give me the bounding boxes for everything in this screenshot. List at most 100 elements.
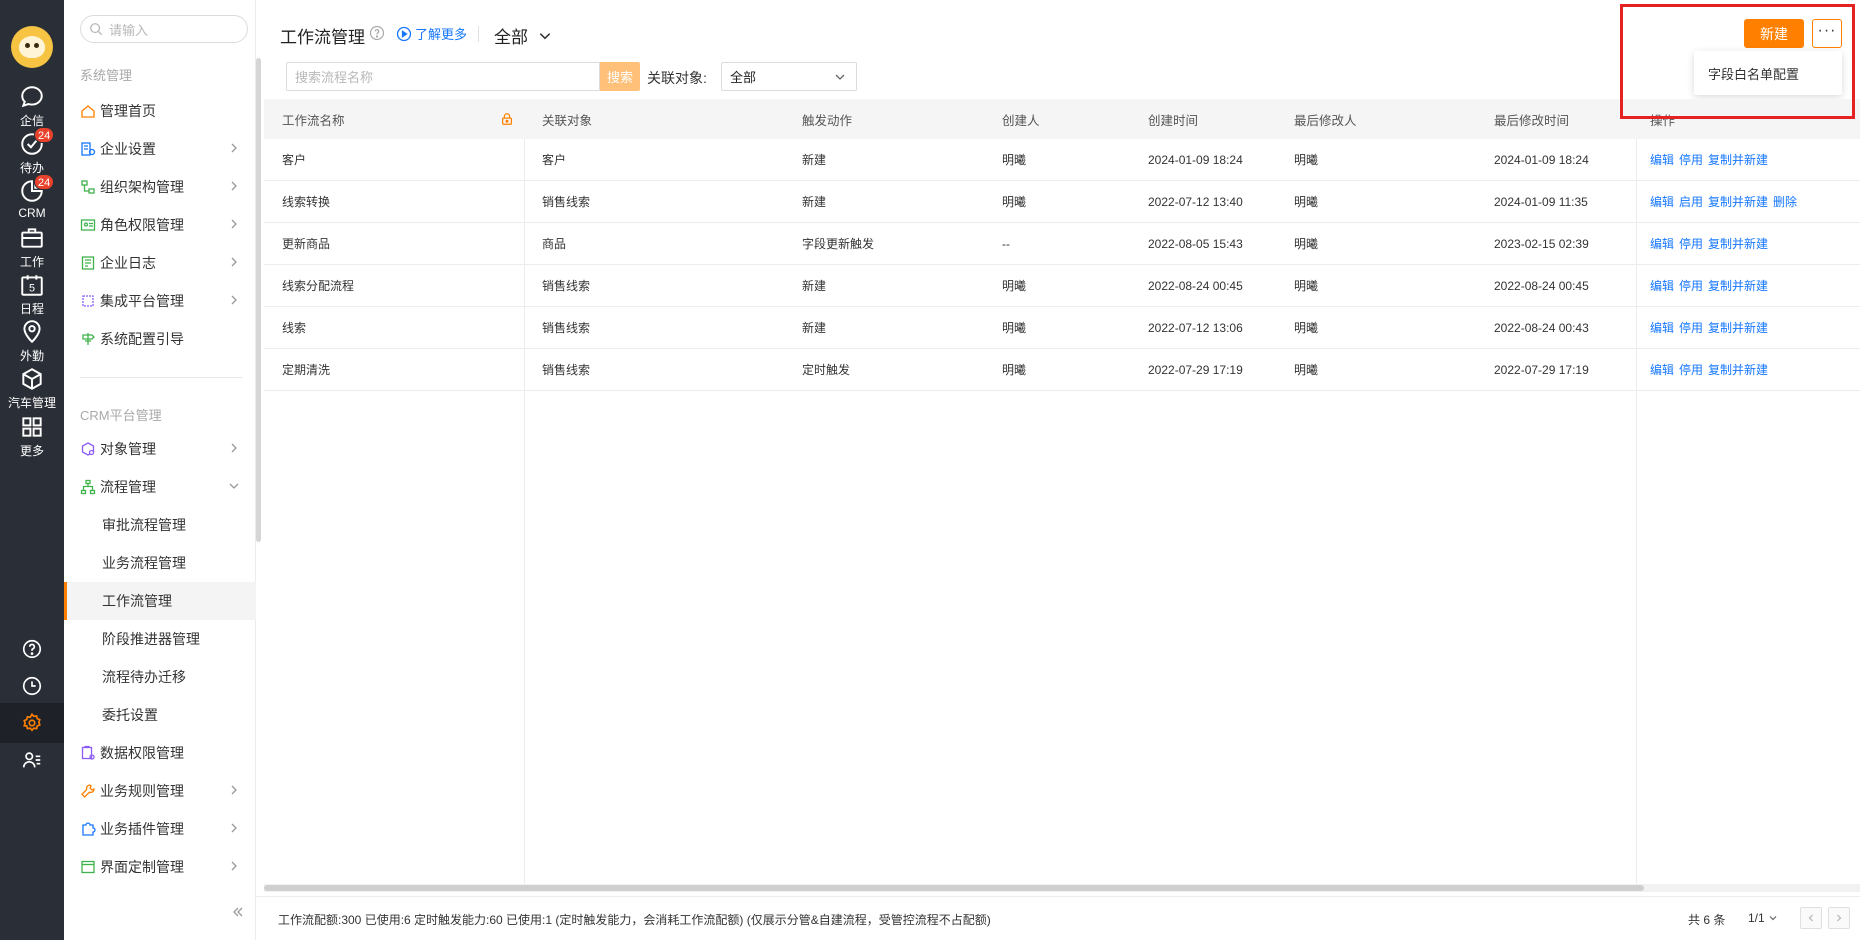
sidebar-item-home[interactable]: 管理首页	[64, 92, 256, 130]
toggle-link[interactable]: 停用	[1679, 277, 1703, 294]
sidebar-item-org[interactable]: 组织架构管理	[64, 168, 256, 206]
toggle-link[interactable]: 停用	[1679, 361, 1703, 378]
rail-label: 工作	[19, 255, 44, 269]
sidebar-item-label: 管理首页	[100, 103, 156, 119]
cell-name[interactable]: 线索	[264, 307, 524, 348]
edit-link[interactable]: 编辑	[1650, 319, 1674, 336]
rail-item-car[interactable]: 汽车管理	[0, 366, 64, 418]
toggle-link[interactable]: 启用	[1679, 193, 1703, 210]
column-header[interactable]: 工作流名称	[264, 99, 524, 139]
sidebar-subitem-business-flow[interactable]: 业务流程管理	[64, 544, 256, 582]
rail-settings-button[interactable]	[0, 703, 64, 743]
rail-history-button[interactable]	[0, 666, 64, 706]
sidebar-subitem-workflow[interactable]: 工作流管理	[64, 582, 256, 620]
rail-item-chat[interactable]: 企信	[0, 84, 64, 136]
cell-created: 2022-08-05 15:43	[1148, 236, 1243, 251]
toggle-link[interactable]: 停用	[1679, 235, 1703, 252]
chevron-down-icon	[229, 483, 239, 489]
toggle-link[interactable]: 停用	[1679, 151, 1703, 168]
copy-new-link[interactable]: 复制并新建	[1708, 151, 1768, 168]
sidebar-subitem-approval[interactable]: 审批流程管理	[64, 506, 256, 544]
app-logo[interactable]	[11, 26, 53, 68]
cell-created: 2024-01-09 18:24	[1148, 152, 1243, 167]
flow-search-input[interactable]: 搜索流程名称	[286, 62, 600, 91]
cell-name[interactable]: 更新商品	[264, 223, 524, 264]
scope-dropdown[interactable]: 全部	[494, 23, 552, 48]
edit-link[interactable]: 编辑	[1650, 151, 1674, 168]
cell-modifier: 明曦	[1294, 195, 1319, 209]
rail-item-crm[interactable]: 24 CRM	[0, 174, 64, 230]
sidebar-item-integration[interactable]: 集成平台管理	[64, 282, 256, 320]
sidebar-subitem-delegation[interactable]: 委托设置	[64, 696, 256, 734]
rail-item-work[interactable]: 工作	[0, 225, 64, 277]
rail-item-field[interactable]: 外勤	[0, 319, 64, 371]
edit-link[interactable]: 编辑	[1650, 277, 1674, 294]
cell-trigger: 新建	[802, 153, 827, 167]
sidebar-item-data-permission[interactable]: 数据权限管理	[64, 734, 256, 772]
page-select[interactable]: 1/1	[1748, 911, 1778, 925]
chevron-right-icon	[231, 181, 237, 191]
sidebar-subitem-stage[interactable]: 阶段推进器管理	[64, 620, 256, 658]
copy-new-link[interactable]: 复制并新建	[1708, 277, 1768, 294]
cell-name[interactable]: 客户	[264, 139, 524, 180]
copy-new-link[interactable]: 复制并新建	[1708, 361, 1768, 378]
cell-object: 销售线索	[542, 195, 591, 209]
wrench-icon	[80, 783, 96, 799]
page-title: 工作流管理	[280, 28, 365, 47]
learn-more-link[interactable]: 了解更多	[396, 24, 467, 43]
toggle-link[interactable]: 停用	[1679, 319, 1703, 336]
actions-column-divider	[1636, 139, 1637, 887]
lock-icon[interactable]	[500, 112, 514, 126]
section-title-system: 系统管理	[80, 68, 133, 83]
column-header[interactable]: 创建人	[984, 99, 1130, 139]
column-header[interactable]: 创建时间	[1130, 99, 1276, 139]
next-page-button[interactable]	[1828, 907, 1850, 929]
sidebar-item-config-guide[interactable]: 系统配置引导	[64, 320, 256, 358]
sidebar-item-roles[interactable]: 角色权限管理	[64, 206, 256, 244]
sidebar-item-ui-custom[interactable]: 界面定制管理	[64, 848, 256, 886]
question-icon[interactable]	[369, 25, 385, 41]
prev-page-button[interactable]	[1800, 907, 1822, 929]
rail-item-todo[interactable]: 24 待办	[0, 127, 64, 183]
rail-item-more[interactable]: 更多	[0, 414, 64, 466]
column-header[interactable]: 关联对象	[524, 99, 784, 139]
sidebar-item-objects[interactable]: 对象管理	[64, 430, 256, 468]
table-horizontal-scrollbar[interactable]	[264, 884, 1860, 892]
rail-user-button[interactable]	[0, 740, 64, 780]
copy-new-link[interactable]: 复制并新建	[1708, 193, 1768, 210]
column-header[interactable]: 触发动作	[784, 99, 984, 139]
main-content: 工作流管理 了解更多 全部 新建 ··· 字段白名单配置 搜索流程名称 搜索 关…	[256, 0, 1860, 940]
rail-item-calendar[interactable]: 5 日程	[0, 272, 64, 324]
column-header[interactable]: 最后修改时间	[1476, 99, 1632, 139]
table-footer: 工作流配额:300 已使用:6 定时触发能力:60 已使用:1 (定时触发能力，…	[256, 896, 1860, 940]
location-pin-icon	[23, 320, 41, 344]
cell-object: 销售线索	[542, 279, 591, 293]
edit-link[interactable]: 编辑	[1650, 193, 1674, 210]
related-object-select[interactable]: 全部	[721, 62, 857, 91]
search-button[interactable]: 搜索	[600, 62, 640, 91]
copy-new-link[interactable]: 复制并新建	[1708, 319, 1768, 336]
cell-name[interactable]: 线索分配流程	[264, 265, 524, 306]
sidebar-item-business-rules[interactable]: 业务规则管理	[64, 772, 256, 810]
edit-link[interactable]: 编辑	[1650, 235, 1674, 252]
delete-link[interactable]: 删除	[1773, 193, 1797, 210]
cell-name[interactable]: 定期清洗	[264, 349, 524, 390]
sidebar-search-input[interactable]: 请输入	[80, 15, 248, 43]
sidebar-item-enterprise-settings[interactable]: 企业设置	[64, 130, 256, 168]
sidebar-item-plugins[interactable]: 业务插件管理	[64, 810, 256, 848]
sidebar-item-process[interactable]: 流程管理	[64, 468, 256, 506]
edit-link[interactable]: 编辑	[1650, 361, 1674, 378]
column-header[interactable]: 最后修改人	[1276, 99, 1476, 139]
cell-name[interactable]: 线索转换	[264, 181, 524, 222]
sidebar-item-label: 企业日志	[100, 255, 156, 271]
collapse-sidebar-icon[interactable]	[230, 904, 246, 920]
crm-badge: 24	[34, 174, 55, 190]
svg-text:5: 5	[29, 283, 35, 295]
org-chart-icon	[80, 179, 96, 195]
table-row: 定期清洗 销售线索 定时触发 明曦 2022-07-29 17:19 明曦 20…	[264, 349, 1860, 391]
copy-new-link[interactable]: 复制并新建	[1708, 235, 1768, 252]
scrollbar-thumb[interactable]	[264, 885, 1644, 891]
sidebar-subitem-todo-migration[interactable]: 流程待办迁移	[64, 658, 256, 696]
sidebar-item-logs[interactable]: 企业日志	[64, 244, 256, 282]
rail-help-button[interactable]	[0, 629, 64, 669]
